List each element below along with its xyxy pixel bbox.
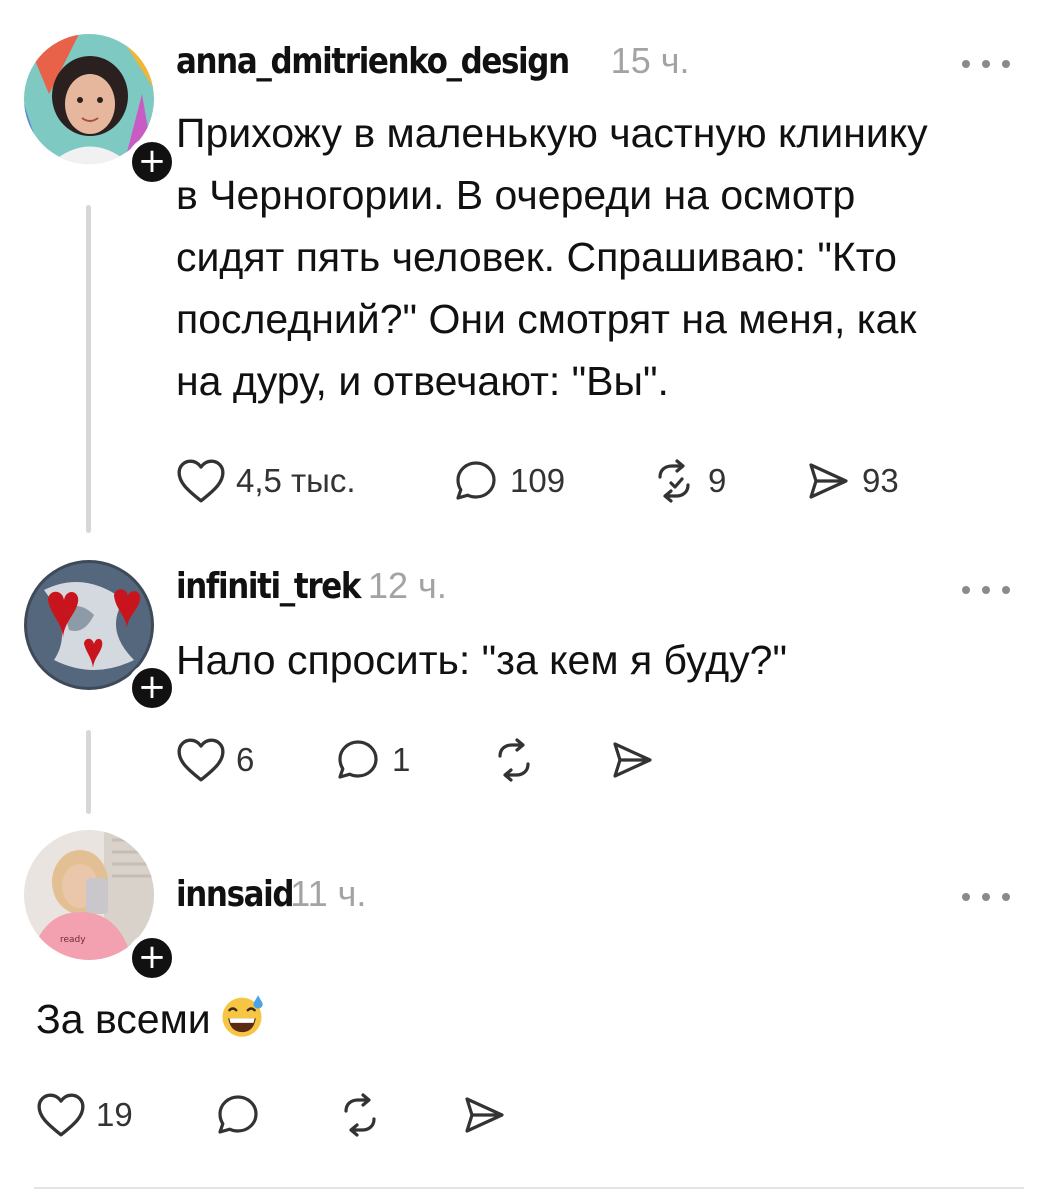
post-text: Прихожу в маленькую частную клинику в Че… bbox=[176, 102, 928, 412]
post-text-line: в Черногории. В очереди на осмотр bbox=[176, 172, 856, 218]
post-text-line: За всеми bbox=[36, 996, 211, 1042]
post-header: innsaid 11 ч. bbox=[176, 873, 366, 917]
follow-button[interactable]: + bbox=[127, 137, 177, 187]
speech-bubble-icon bbox=[456, 461, 496, 500]
speech-bubble-icon bbox=[218, 1095, 258, 1134]
post-header: anna_dmitrienko_design 15 ч. bbox=[176, 40, 689, 84]
username[interactable]: infiniti_trek bbox=[176, 566, 361, 607]
post-header: infiniti_trek 12 ч. bbox=[176, 565, 447, 609]
reply-button[interactable]: 109 bbox=[452, 456, 565, 506]
send-icon bbox=[613, 742, 652, 778]
repost-button[interactable]: 9 bbox=[650, 456, 726, 506]
post-text: За всеми bbox=[36, 988, 265, 1050]
more-icon[interactable] bbox=[962, 58, 1010, 70]
repost-icon bbox=[344, 1093, 376, 1137]
username[interactable]: innsaid bbox=[176, 874, 295, 915]
thread-line bbox=[86, 205, 91, 533]
like-button[interactable]: 4,5 тыс. bbox=[176, 456, 356, 506]
thread-line bbox=[86, 730, 91, 814]
post-text-line: последний?" Они смотрят на меня, как bbox=[176, 296, 917, 342]
like-count: 4,5 тыс. bbox=[236, 462, 356, 499]
reply-button[interactable] bbox=[214, 1090, 262, 1140]
speech-bubble-icon bbox=[338, 740, 378, 779]
share-button[interactable] bbox=[608, 735, 656, 785]
post-text-line: сидят пять человек. Спрашиваю: "Кто bbox=[176, 234, 897, 280]
like-button[interactable]: 19 bbox=[36, 1090, 133, 1140]
send-icon bbox=[465, 1097, 504, 1133]
follow-button[interactable]: + bbox=[127, 933, 177, 983]
post-actions: 19 bbox=[36, 1090, 536, 1140]
repost-button[interactable] bbox=[490, 735, 538, 785]
share-button[interactable] bbox=[460, 1090, 508, 1140]
post-actions: 6 1 bbox=[176, 735, 676, 785]
more-icon[interactable] bbox=[962, 891, 1010, 903]
like-count: 19 bbox=[96, 1096, 133, 1133]
svg-text:ready: ready bbox=[60, 935, 86, 945]
reply-count: 109 bbox=[510, 462, 566, 499]
timestamp: 11 ч. bbox=[290, 873, 367, 914]
post-text: Нало спросить: "за кем я буду?" bbox=[176, 629, 787, 691]
repost-icon bbox=[498, 738, 530, 782]
like-count: 6 bbox=[236, 741, 255, 778]
post-text-line: на дуру, и отвечают: "Вы". bbox=[176, 358, 669, 404]
username[interactable]: anna_dmitrienko_design bbox=[176, 41, 570, 82]
post-text-line: Нало спросить: "за кем я буду?" bbox=[176, 637, 788, 683]
avatar-container[interactable]: + bbox=[24, 34, 177, 187]
repost-button[interactable] bbox=[336, 1090, 384, 1140]
grinning-sweat-emoji bbox=[222, 995, 263, 1037]
repost-icon bbox=[658, 459, 690, 503]
avatar-container[interactable]: ready + bbox=[24, 830, 177, 983]
share-count: 93 bbox=[862, 462, 899, 499]
follow-button[interactable]: + bbox=[127, 663, 177, 713]
avatar-container[interactable]: + bbox=[24, 560, 177, 713]
heart-icon bbox=[37, 1093, 85, 1137]
more-icon[interactable] bbox=[962, 584, 1010, 596]
timestamp: 15 ч. bbox=[610, 40, 690, 81]
repost-count: 9 bbox=[708, 462, 727, 499]
like-button[interactable]: 6 bbox=[176, 735, 254, 785]
post-actions: 4,5 тыс. 109 9 93 bbox=[176, 456, 936, 506]
feed-divider bbox=[34, 1187, 1024, 1189]
share-button[interactable]: 93 bbox=[804, 456, 899, 506]
reply-button[interactable]: 1 bbox=[334, 735, 410, 785]
timestamp: 12 ч. bbox=[368, 565, 447, 606]
heart-icon bbox=[177, 459, 225, 503]
reply-count: 1 bbox=[392, 741, 411, 778]
send-icon bbox=[809, 463, 848, 499]
heart-icon bbox=[177, 738, 225, 782]
post-text-line: Прихожу в маленькую частную клинику bbox=[176, 110, 928, 156]
